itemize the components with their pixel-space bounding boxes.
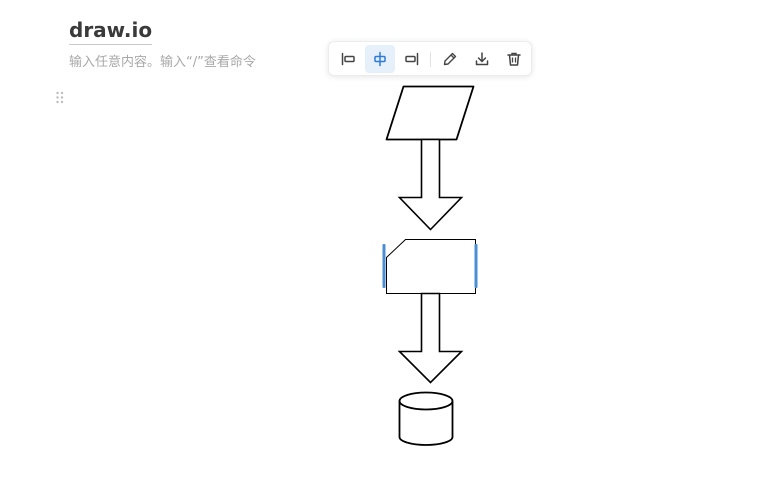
- align-left-icon: [341, 52, 355, 66]
- cylinder-shape[interactable]: [398, 391, 454, 446]
- download-button[interactable]: [467, 45, 497, 73]
- align-center-icon: [374, 51, 386, 67]
- delete-button[interactable]: [499, 45, 529, 73]
- diagram-toolbar: [328, 41, 532, 76]
- align-right-icon: [405, 52, 419, 66]
- trash-icon: [507, 52, 521, 66]
- align-center-button[interactable]: [365, 45, 395, 73]
- selection-handle-right[interactable]: [474, 244, 478, 288]
- edit-button[interactable]: [435, 45, 465, 73]
- align-right-button[interactable]: [397, 45, 427, 73]
- align-left-button[interactable]: [333, 45, 363, 73]
- toolbar-divider: [430, 52, 431, 67]
- selection-handle-left[interactable]: [382, 244, 386, 288]
- pencil-icon: [443, 52, 457, 66]
- parallelogram-shape[interactable]: [385, 85, 475, 141]
- down-arrow-shape[interactable]: [397, 138, 464, 231]
- download-icon: [475, 52, 489, 66]
- down-arrow-shape[interactable]: [397, 292, 464, 384]
- card-shape[interactable]: [386, 239, 476, 294]
